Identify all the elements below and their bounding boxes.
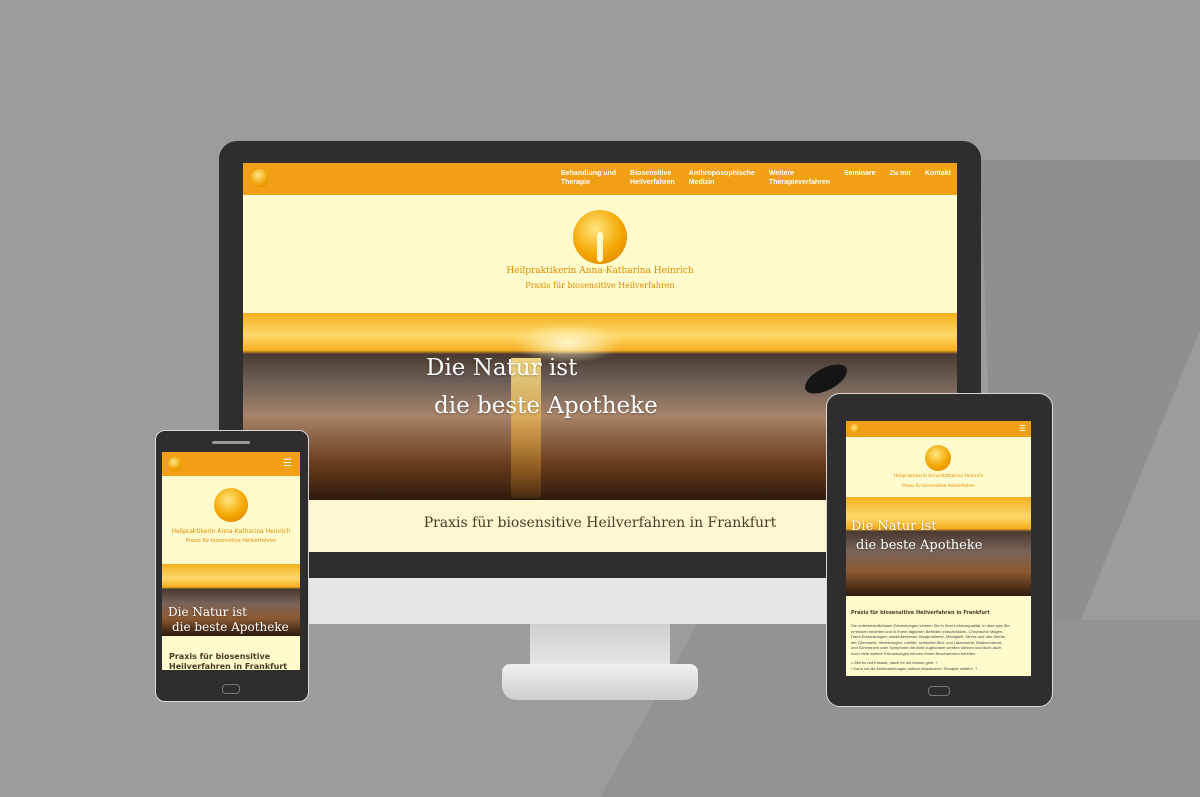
phone-hero-banner: Die Natur ist die beste Apotheke — [162, 564, 300, 636]
nav-logo-icon[interactable] — [168, 457, 182, 471]
site-tagline: Praxis für biosensitive Heilverfahren — [185, 538, 277, 544]
bullet-item: • Gibt es nicht etwas, damit es mir bess… — [851, 660, 938, 665]
desktop-nav-bar: Behandlung und Therapie Biosensitive Hei… — [243, 163, 957, 195]
tablet-nav-bar: ☰ — [846, 421, 1031, 437]
phone-nav-bar: ☰ — [162, 452, 300, 476]
tablet-home-button — [928, 686, 950, 696]
nav-item-label: Zu mir — [889, 170, 911, 177]
nav-item-label: Therapieverfahren — [768, 179, 831, 186]
brand-logo-icon[interactable] — [573, 210, 627, 264]
nav-item-label: Seminare — [844, 170, 876, 177]
nav-item-label: Behandlung und — [560, 170, 617, 177]
nav-item-label: Heilverfahren — [630, 179, 675, 186]
section-heading-line: Praxis für biosensitive — [169, 652, 271, 661]
body-text-line: Darm Erkrankungen, wiederkehrende Hautpr… — [851, 634, 1005, 640]
hamburger-icon[interactable]: ☰ — [283, 459, 292, 469]
nav-item-kontakt[interactable]: Kontakt — [925, 169, 951, 187]
desktop-nav-menu: Behandlung und Therapie Biosensitive Hei… — [561, 169, 951, 187]
nav-item-label: Medizin — [688, 179, 715, 186]
site-name: Heilpraktikerin Anna-Katharina Heinrich — [893, 474, 984, 479]
desktop-site-header: Heilpraktikerin Anna-Katharina Heinrich … — [243, 195, 957, 313]
nav-item-seminare[interactable]: Seminare — [844, 169, 876, 187]
brand-logo-icon[interactable] — [214, 488, 248, 522]
phone-home-button — [222, 684, 240, 694]
phone-screen: ☰ Heilpraktikerin Anna-Katharina Heinric… — [162, 452, 300, 670]
hero-headline-line-1: Die Natur ist — [851, 519, 937, 534]
hero-headline-line-2: die beste Apotheke — [172, 620, 289, 634]
brand-logo-icon[interactable] — [925, 445, 951, 471]
site-tagline: Praxis für biosensitive Heilverfahren — [525, 281, 675, 290]
nav-item-label: Biosensitive — [630, 170, 672, 177]
section-heading: Praxis für biosensitive Heilverfahren in… — [851, 610, 990, 616]
nav-item-behandlung[interactable]: Behandlung und Therapie — [561, 169, 616, 187]
nav-item-zu-mir[interactable]: Zu mir — [890, 169, 911, 187]
hero-headline-line-1: Die Natur ist — [426, 355, 578, 381]
nav-item-label: Anthroposophische — [688, 170, 755, 177]
site-name: Heilpraktikerin Anna-Katharina Heinrich — [171, 528, 291, 535]
body-text-line: Die unterschiedlichsten Erkrankungen kön… — [851, 623, 1010, 628]
nav-logo-icon[interactable] — [850, 424, 860, 434]
nav-logo-icon[interactable] — [251, 169, 269, 187]
nav-item-label: Kontakt — [924, 170, 951, 177]
hero-headline-line-2: die beste Apotheke — [434, 393, 658, 419]
nav-item-weitere[interactable]: Weitere Therapieverfahren — [769, 169, 830, 187]
hamburger-icon[interactable]: ☰ — [1019, 424, 1026, 434]
section-heading-line: Heilverfahren in Frankfurt — [169, 662, 288, 670]
site-tagline: Praxis für biosensitive Heilverfahren — [902, 483, 975, 488]
nav-item-label: Weitere — [768, 170, 795, 177]
nav-item-biosensitive[interactable]: Biosensitive Heilverfahren — [630, 169, 675, 187]
phone-speaker — [212, 441, 250, 444]
bullet-item: • Kann ich die Nebenwirkungen meiner kla… — [851, 666, 978, 671]
tablet-screen: ☰ Heilpraktikerin Anna-Katharina Heinric… — [846, 421, 1031, 676]
tablet-hero-banner: Die Natur ist die beste Apotheke — [846, 497, 1031, 596]
nav-item-anthroposophische[interactable]: Anthroposophische Medizin — [689, 169, 755, 187]
hero-headline-line-2: die beste Apotheke — [856, 538, 983, 553]
body-text: Die unterschiedlichsten Erkrankungen kön… — [851, 623, 1027, 657]
hero-headline-line-1: Die Natur ist — [168, 605, 247, 619]
nav-item-label: Therapie — [560, 179, 591, 186]
site-name: Heilpraktikerin Anna-Katharina Heinrich — [506, 266, 694, 276]
monitor-stand-base — [502, 664, 698, 700]
monitor-stand-neck — [530, 624, 670, 668]
body-text-line: noch viele weitere Erkrankungen können I… — [851, 650, 977, 656]
section-heading: Praxis für biosensitive Heilverfahren in… — [169, 652, 287, 670]
